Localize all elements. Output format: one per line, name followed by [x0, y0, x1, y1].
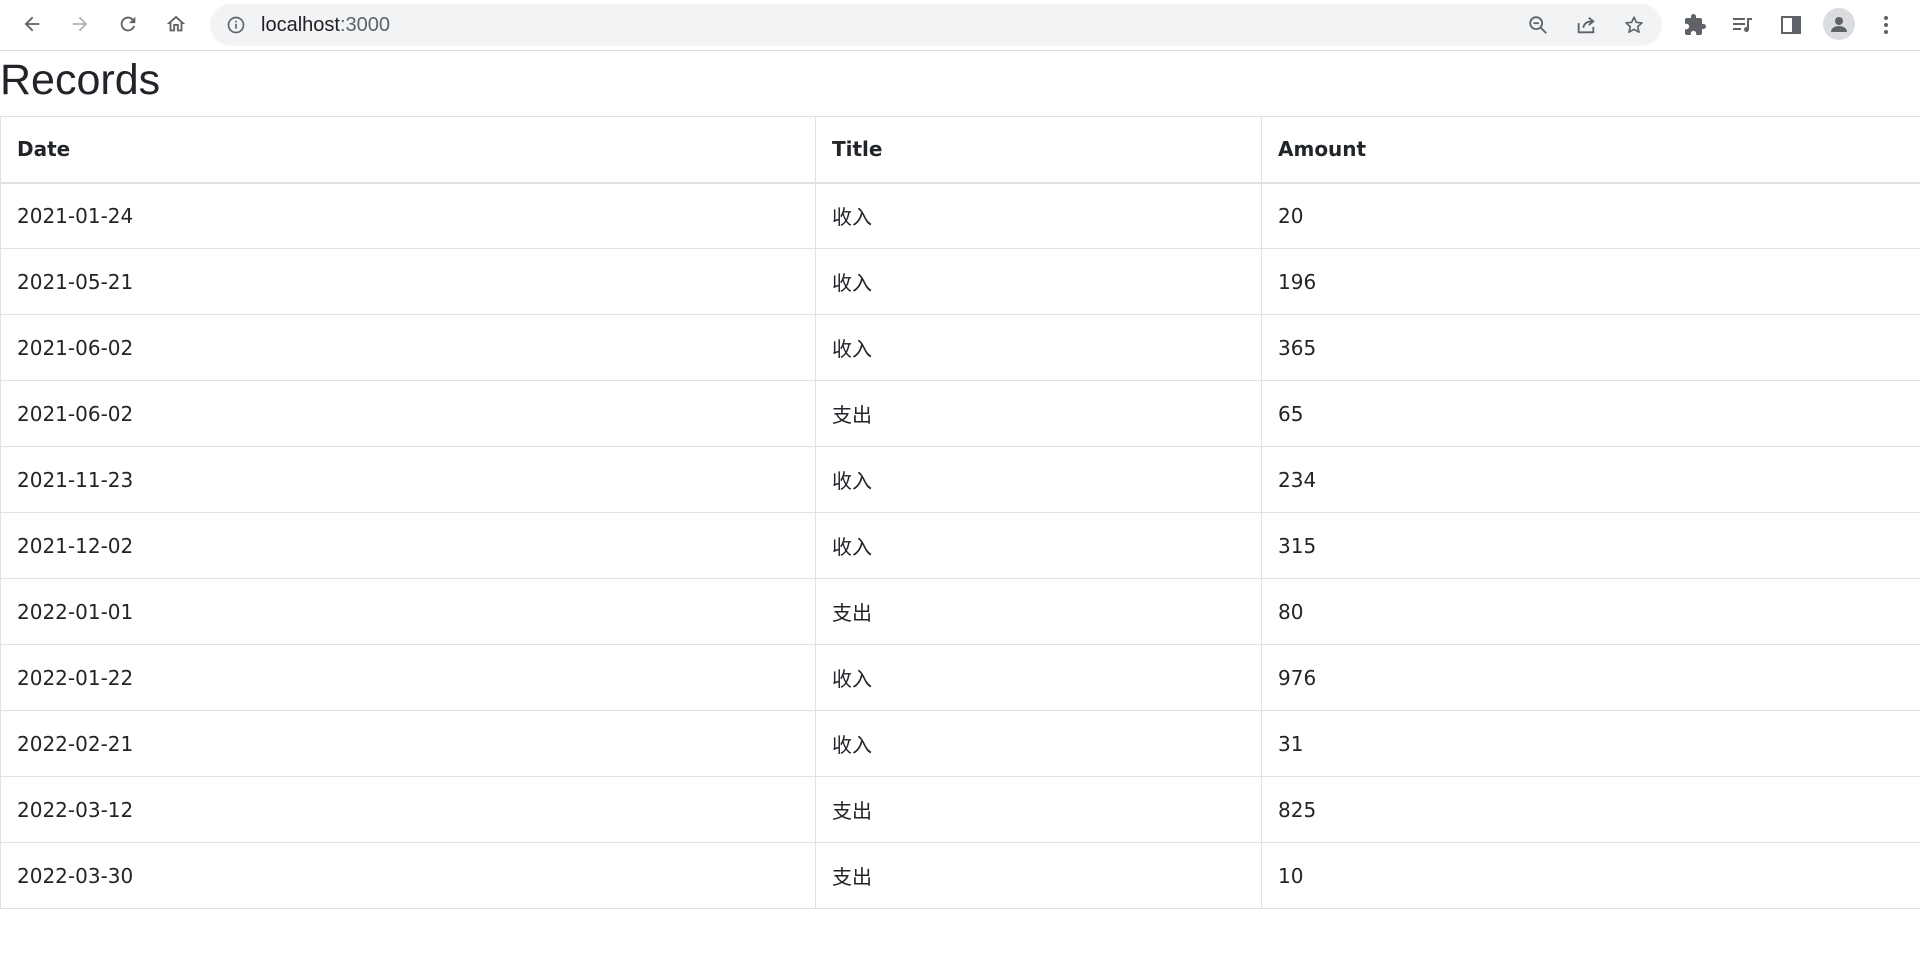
amount-cell: 80 — [1261, 578, 1920, 645]
title-cell: 收入 — [815, 710, 1262, 777]
amount-cell: 196 — [1261, 248, 1920, 315]
bookmark-button[interactable] — [1622, 13, 1646, 37]
extensions-button[interactable] — [1681, 11, 1709, 39]
table-row: 2021-06-02 支出 65 — [0, 380, 1920, 447]
url-host: localhost — [261, 14, 340, 36]
column-header-date: Date — [0, 116, 816, 184]
address-bar[interactable]: localhost:3000 — [210, 4, 1662, 46]
amount-cell: 31 — [1261, 710, 1920, 777]
amount-cell: 825 — [1261, 776, 1920, 843]
more-vert-icon — [1884, 16, 1888, 34]
title-cell: 支出 — [815, 776, 1262, 843]
date-cell: 2021-12-02 — [0, 512, 816, 579]
date-cell: 2021-05-21 — [0, 248, 816, 315]
table-row: 2022-03-12 支出 825 — [0, 776, 1920, 843]
date-cell: 2021-01-24 — [0, 182, 816, 249]
amount-cell: 20 — [1261, 182, 1920, 249]
table-row: 2021-12-02 收入 315 — [0, 512, 1920, 579]
reload-icon — [120, 16, 136, 32]
title-cell: 收入 — [815, 182, 1262, 249]
title-cell: 收入 — [815, 512, 1262, 579]
url-port: :3000 — [339, 14, 390, 36]
records-table-body: 2021-01-24 收入 20 2021-05-21 收入 196 2021-06-02 收… — [0, 182, 1920, 909]
puzzle-icon — [1685, 14, 1706, 35]
table-row: 2022-01-01 支出 80 — [0, 578, 1920, 645]
table-header-row: Date Title Amount — [0, 116, 1920, 184]
date-cell: 2021-06-02 — [0, 380, 816, 447]
amount-cell: 315 — [1261, 512, 1920, 579]
forward-button[interactable] — [63, 7, 97, 41]
date-cell: 2021-06-02 — [0, 314, 816, 381]
table-row: 2021-05-21 收入 196 — [0, 248, 1920, 315]
date-cell: 2022-02-21 — [0, 710, 816, 777]
home-icon — [166, 15, 186, 32]
title-cell: 收入 — [815, 446, 1262, 513]
zoom-button[interactable] — [1526, 13, 1550, 37]
table-row: 2021-11-23 收入 234 — [0, 446, 1920, 513]
back-button[interactable] — [15, 7, 49, 41]
column-header-title: Title — [815, 116, 1262, 184]
arrow-left-icon — [24, 16, 40, 32]
records-table: Date Title Amount 2021-01-24 收入 20 2021-05-… — [0, 116, 1920, 909]
side-panel-button[interactable] — [1777, 11, 1805, 39]
date-cell: 2022-03-12 — [0, 776, 816, 843]
table-row: 2022-02-21 收入 31 — [0, 710, 1920, 777]
media-control-button[interactable] — [1729, 11, 1757, 39]
reload-button[interactable] — [111, 7, 145, 41]
date-cell: 2022-03-30 — [0, 842, 816, 909]
page-title: Records — [0, 56, 161, 104]
queue-music-icon — [1733, 18, 1752, 32]
title-cell: 收入 — [815, 644, 1262, 711]
table-row: 2021-06-02 收入 365 — [0, 314, 1920, 381]
amount-cell: 10 — [1261, 842, 1920, 909]
side-panel-icon — [1781, 16, 1801, 34]
arrow-right-icon — [72, 16, 88, 32]
person-icon — [1831, 17, 1847, 32]
table-row: 2022-03-30 支出 10 — [0, 842, 1920, 909]
zoom-out-icon — [1529, 16, 1547, 34]
title-cell: 支出 — [815, 842, 1262, 909]
title-cell: 支出 — [815, 578, 1262, 645]
date-cell: 2021-11-23 — [0, 446, 816, 513]
title-cell: 支出 — [815, 380, 1262, 447]
date-cell: 2022-01-01 — [0, 578, 816, 645]
amount-cell: 234 — [1261, 446, 1920, 513]
share-button[interactable] — [1574, 13, 1598, 37]
table-row: 2021-01-24 收入 20 — [0, 182, 1920, 249]
title-cell: 收入 — [815, 248, 1262, 315]
menu-button[interactable] — [1872, 11, 1900, 39]
table-row: 2022-01-22 收入 976 — [0, 644, 1920, 711]
amount-cell: 65 — [1261, 380, 1920, 447]
amount-cell: 365 — [1261, 314, 1920, 381]
info-icon[interactable] — [226, 15, 246, 35]
date-cell: 2022-01-22 — [0, 644, 816, 711]
column-header-amount: Amount — [1261, 116, 1920, 184]
browser-toolbar: localhost:3000 — [0, 0, 1920, 51]
url-text[interactable]: localhost:3000 — [261, 4, 390, 46]
profile-avatar[interactable] — [1823, 8, 1855, 40]
amount-cell: 976 — [1261, 644, 1920, 711]
home-button[interactable] — [159, 7, 193, 41]
share-icon — [1577, 16, 1595, 34]
title-cell: 收入 — [815, 314, 1262, 381]
star-icon — [1625, 16, 1643, 33]
